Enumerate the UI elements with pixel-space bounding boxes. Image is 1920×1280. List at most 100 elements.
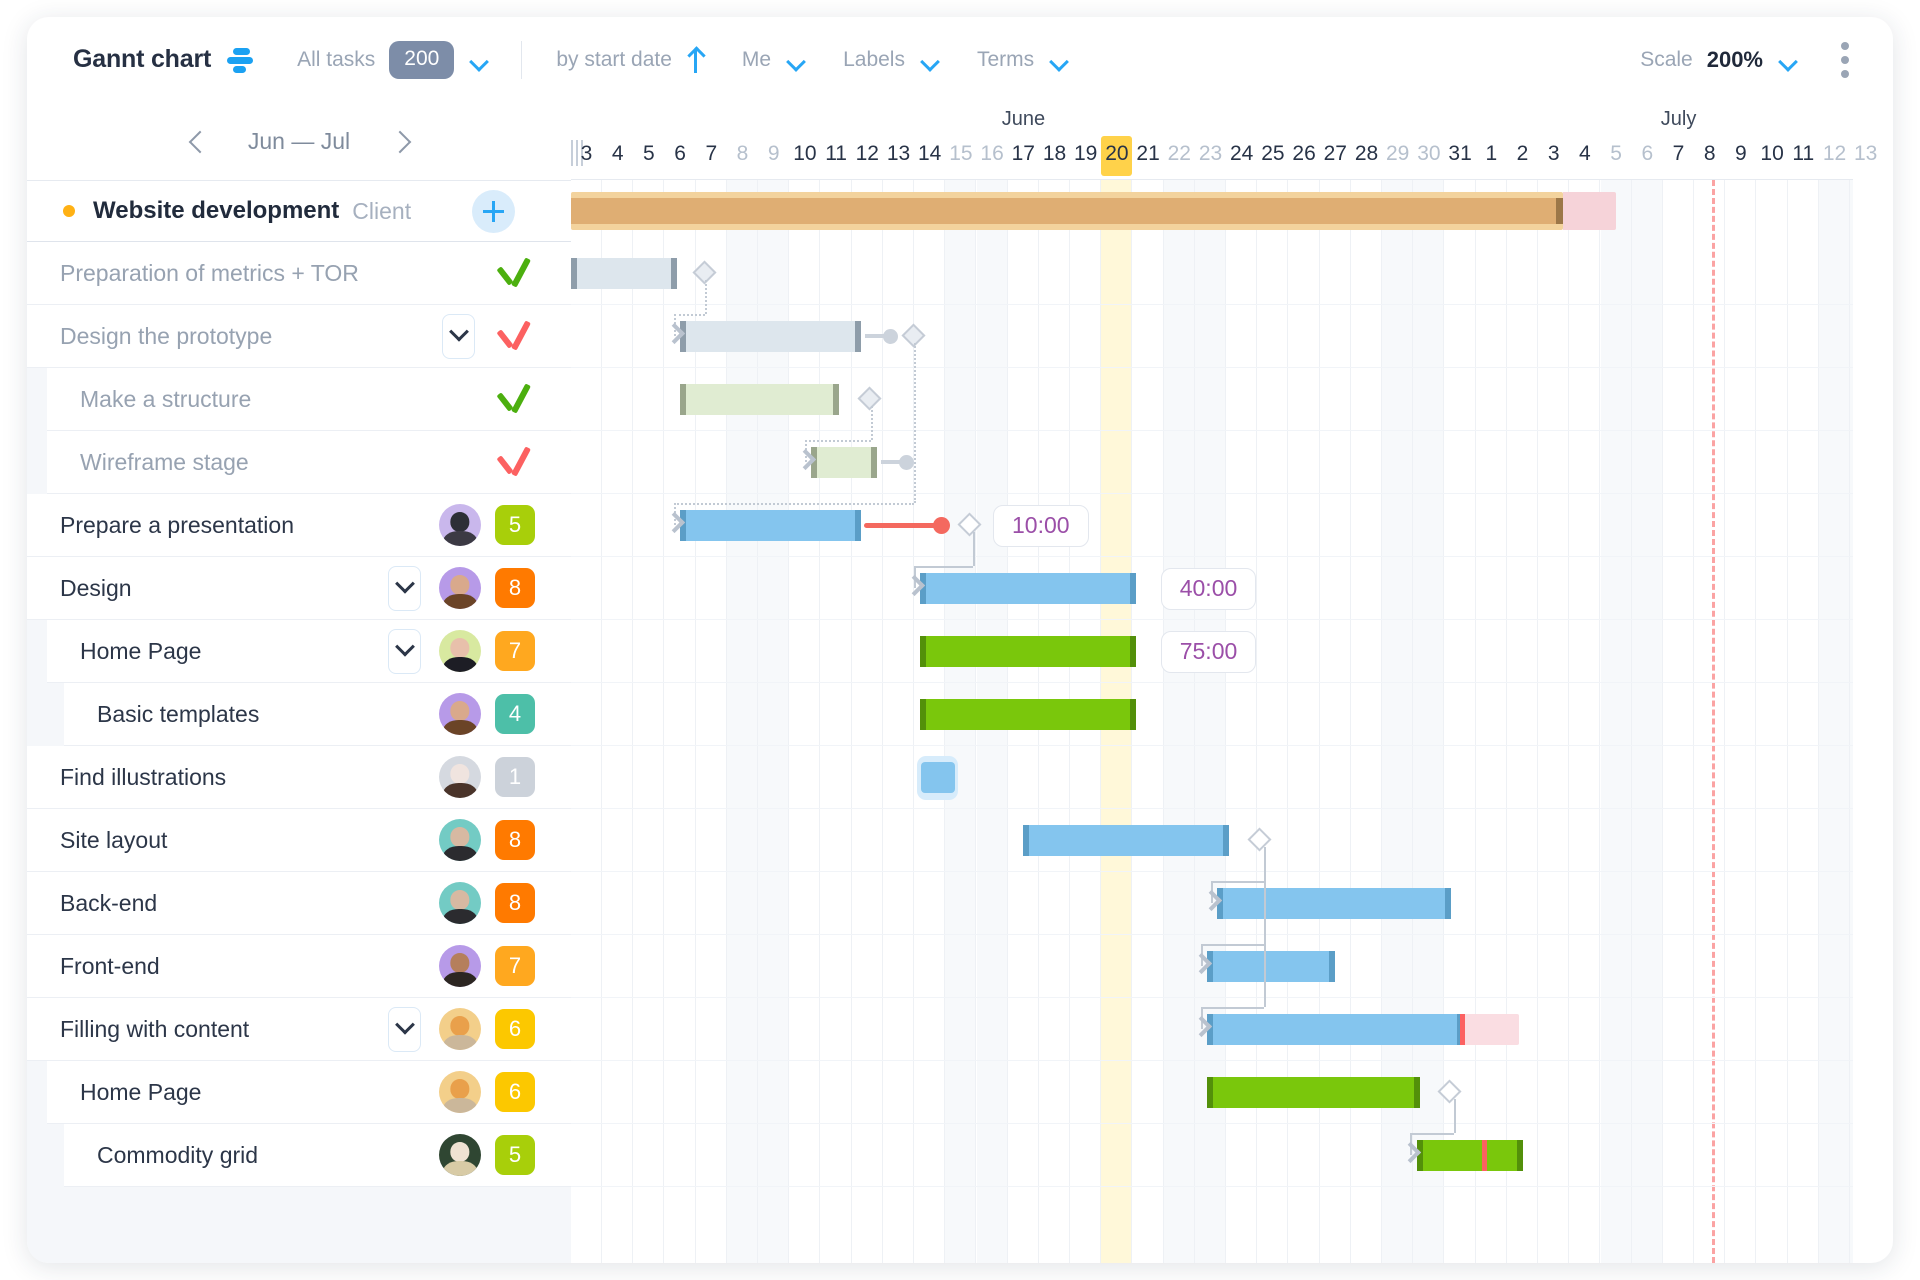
task-bar[interactable] <box>571 258 678 289</box>
chevron-down-icon[interactable] <box>388 628 421 674</box>
avatar[interactable] <box>439 693 481 735</box>
task-bar-end-cap <box>1413 1077 1420 1108</box>
priority-badge[interactable]: 7 <box>495 631 535 671</box>
priority-badge[interactable]: 6 <box>495 1009 535 1049</box>
task-bar[interactable] <box>1216 888 1451 919</box>
priority-badge[interactable]: 8 <box>495 883 535 923</box>
task-row[interactable]: Find illustrations 1 <box>27 746 571 809</box>
chevron-down-icon[interactable] <box>471 55 488 65</box>
scale-control[interactable]: Scale 200% <box>1640 47 1797 73</box>
task-bar[interactable] <box>920 699 1136 730</box>
task-row[interactable]: Home Page 6 <box>47 1061 571 1124</box>
priority-badge[interactable]: 4 <box>495 694 535 734</box>
avatar[interactable] <box>439 882 481 924</box>
task-name: Design <box>60 574 132 601</box>
check-red-icon[interactable] <box>493 447 535 477</box>
arrow-up-icon[interactable] <box>688 47 704 73</box>
day-tick: 11 <box>825 142 847 165</box>
day-tick: 8 <box>736 142 749 165</box>
all-tasks-filter[interactable]: All tasks 200 <box>297 40 488 79</box>
task-bar[interactable] <box>811 447 877 478</box>
task-row[interactable]: Design the prototype <box>27 305 571 368</box>
day-column <box>602 180 634 1263</box>
task-name: Back-end <box>60 889 158 916</box>
task-row[interactable]: Preparation of metrics + TOR <box>27 242 571 305</box>
task-bar-start-cap <box>1207 1077 1214 1108</box>
chevron-right-icon[interactable] <box>392 132 410 150</box>
time-estimate-badge[interactable]: 40:00 <box>1160 567 1257 610</box>
task-bar[interactable] <box>1207 1014 1464 1045</box>
task-bar[interactable] <box>1207 1077 1420 1108</box>
short-task-bar[interactable] <box>917 755 958 800</box>
task-row[interactable]: Prepare a presentation 5 <box>27 494 571 557</box>
task-bar[interactable] <box>920 573 1136 604</box>
day-tick: 7 <box>1672 142 1685 165</box>
add-task-button[interactable] <box>472 189 515 233</box>
priority-badge[interactable]: 8 <box>495 820 535 860</box>
day-tick: 17 <box>1011 142 1035 165</box>
task-row[interactable]: Front-end 7 <box>27 935 571 998</box>
task-row[interactable]: Site layout 8 <box>27 809 571 872</box>
project-row[interactable]: Website development Client <box>27 180 571 242</box>
avatar[interactable] <box>439 630 481 672</box>
priority-badge[interactable]: 5 <box>495 505 535 545</box>
task-row[interactable]: Back-end 8 <box>27 872 571 935</box>
priority-badge[interactable]: 1 <box>495 757 535 797</box>
check-red-icon[interactable] <box>493 321 535 351</box>
check-green-icon[interactable] <box>493 384 535 414</box>
chevron-down-icon[interactable] <box>388 1006 421 1052</box>
timeline-grid[interactable]: 40:00 75:00 10:00 <box>571 180 1853 1263</box>
task-row[interactable]: Filling with content 6 <box>27 998 571 1061</box>
sort-by-start-date[interactable]: by start date <box>556 47 704 73</box>
project-progress-fill <box>571 198 1564 224</box>
avatar[interactable] <box>439 945 481 987</box>
task-row[interactable]: Commodity grid 5 <box>64 1124 571 1187</box>
priority-badge[interactable]: 7 <box>495 946 535 986</box>
chevron-down-icon[interactable] <box>1780 55 1797 65</box>
filter-me[interactable]: Me <box>742 48 805 72</box>
avatar[interactable] <box>439 819 481 861</box>
priority-badge[interactable]: 6 <box>495 1072 535 1112</box>
priority-badge[interactable]: 5 <box>495 1135 535 1175</box>
avatar-body <box>443 971 477 987</box>
time-estimate-badge[interactable]: 10:00 <box>993 504 1089 547</box>
deadline-marker <box>1482 1140 1488 1171</box>
timeline-header: June July 3 4 5 6 7 8 9 10 11 12 13 14 15 16 17 18 19 20 21… <box>571 102 1877 180</box>
task-bar[interactable] <box>680 510 862 541</box>
task-bar[interactable] <box>1023 825 1230 856</box>
task-bar[interactable] <box>1207 951 1336 982</box>
avatar[interactable] <box>439 1071 481 1113</box>
avatar[interactable] <box>439 504 481 546</box>
task-name: Site layout <box>60 826 168 853</box>
project-summary-bar[interactable] <box>571 192 1564 230</box>
avatar[interactable] <box>439 567 481 609</box>
avatar[interactable] <box>439 1008 481 1050</box>
avatar[interactable] <box>439 756 481 798</box>
avatar-face <box>450 1079 470 1099</box>
chevron-down-icon[interactable] <box>388 565 421 611</box>
avatar[interactable] <box>439 1134 481 1176</box>
priority-badge[interactable]: 8 <box>495 568 535 608</box>
all-tasks-count: 200 <box>389 40 455 79</box>
task-bar[interactable] <box>680 321 862 352</box>
task-row[interactable]: Basic templates 4 <box>64 683 571 746</box>
task-bar[interactable] <box>1416 1140 1523 1171</box>
task-row[interactable]: Design 8 <box>27 557 571 620</box>
task-row[interactable]: Wireframe stage <box>47 431 571 494</box>
chevron-left-icon[interactable] <box>188 132 206 150</box>
check-green-icon[interactable] <box>493 258 535 288</box>
task-row[interactable]: Make a structure <box>47 368 571 431</box>
task-row[interactable]: Home Page 7 <box>47 620 571 683</box>
day-tick: 24 <box>1230 142 1254 165</box>
chevron-down-icon[interactable] <box>1051 55 1068 65</box>
task-bar[interactable] <box>920 636 1136 667</box>
chevron-down-icon[interactable] <box>442 313 475 359</box>
deadline-marker <box>1460 1014 1466 1045</box>
filter-terms[interactable]: Terms <box>977 48 1068 72</box>
chevron-down-icon[interactable] <box>788 55 805 65</box>
task-bar[interactable] <box>680 384 840 415</box>
kebab-menu-icon[interactable] <box>1841 41 1849 78</box>
time-estimate-badge[interactable]: 75:00 <box>1160 630 1257 673</box>
filter-labels[interactable]: Labels <box>843 48 939 72</box>
chevron-down-icon[interactable] <box>922 55 939 65</box>
